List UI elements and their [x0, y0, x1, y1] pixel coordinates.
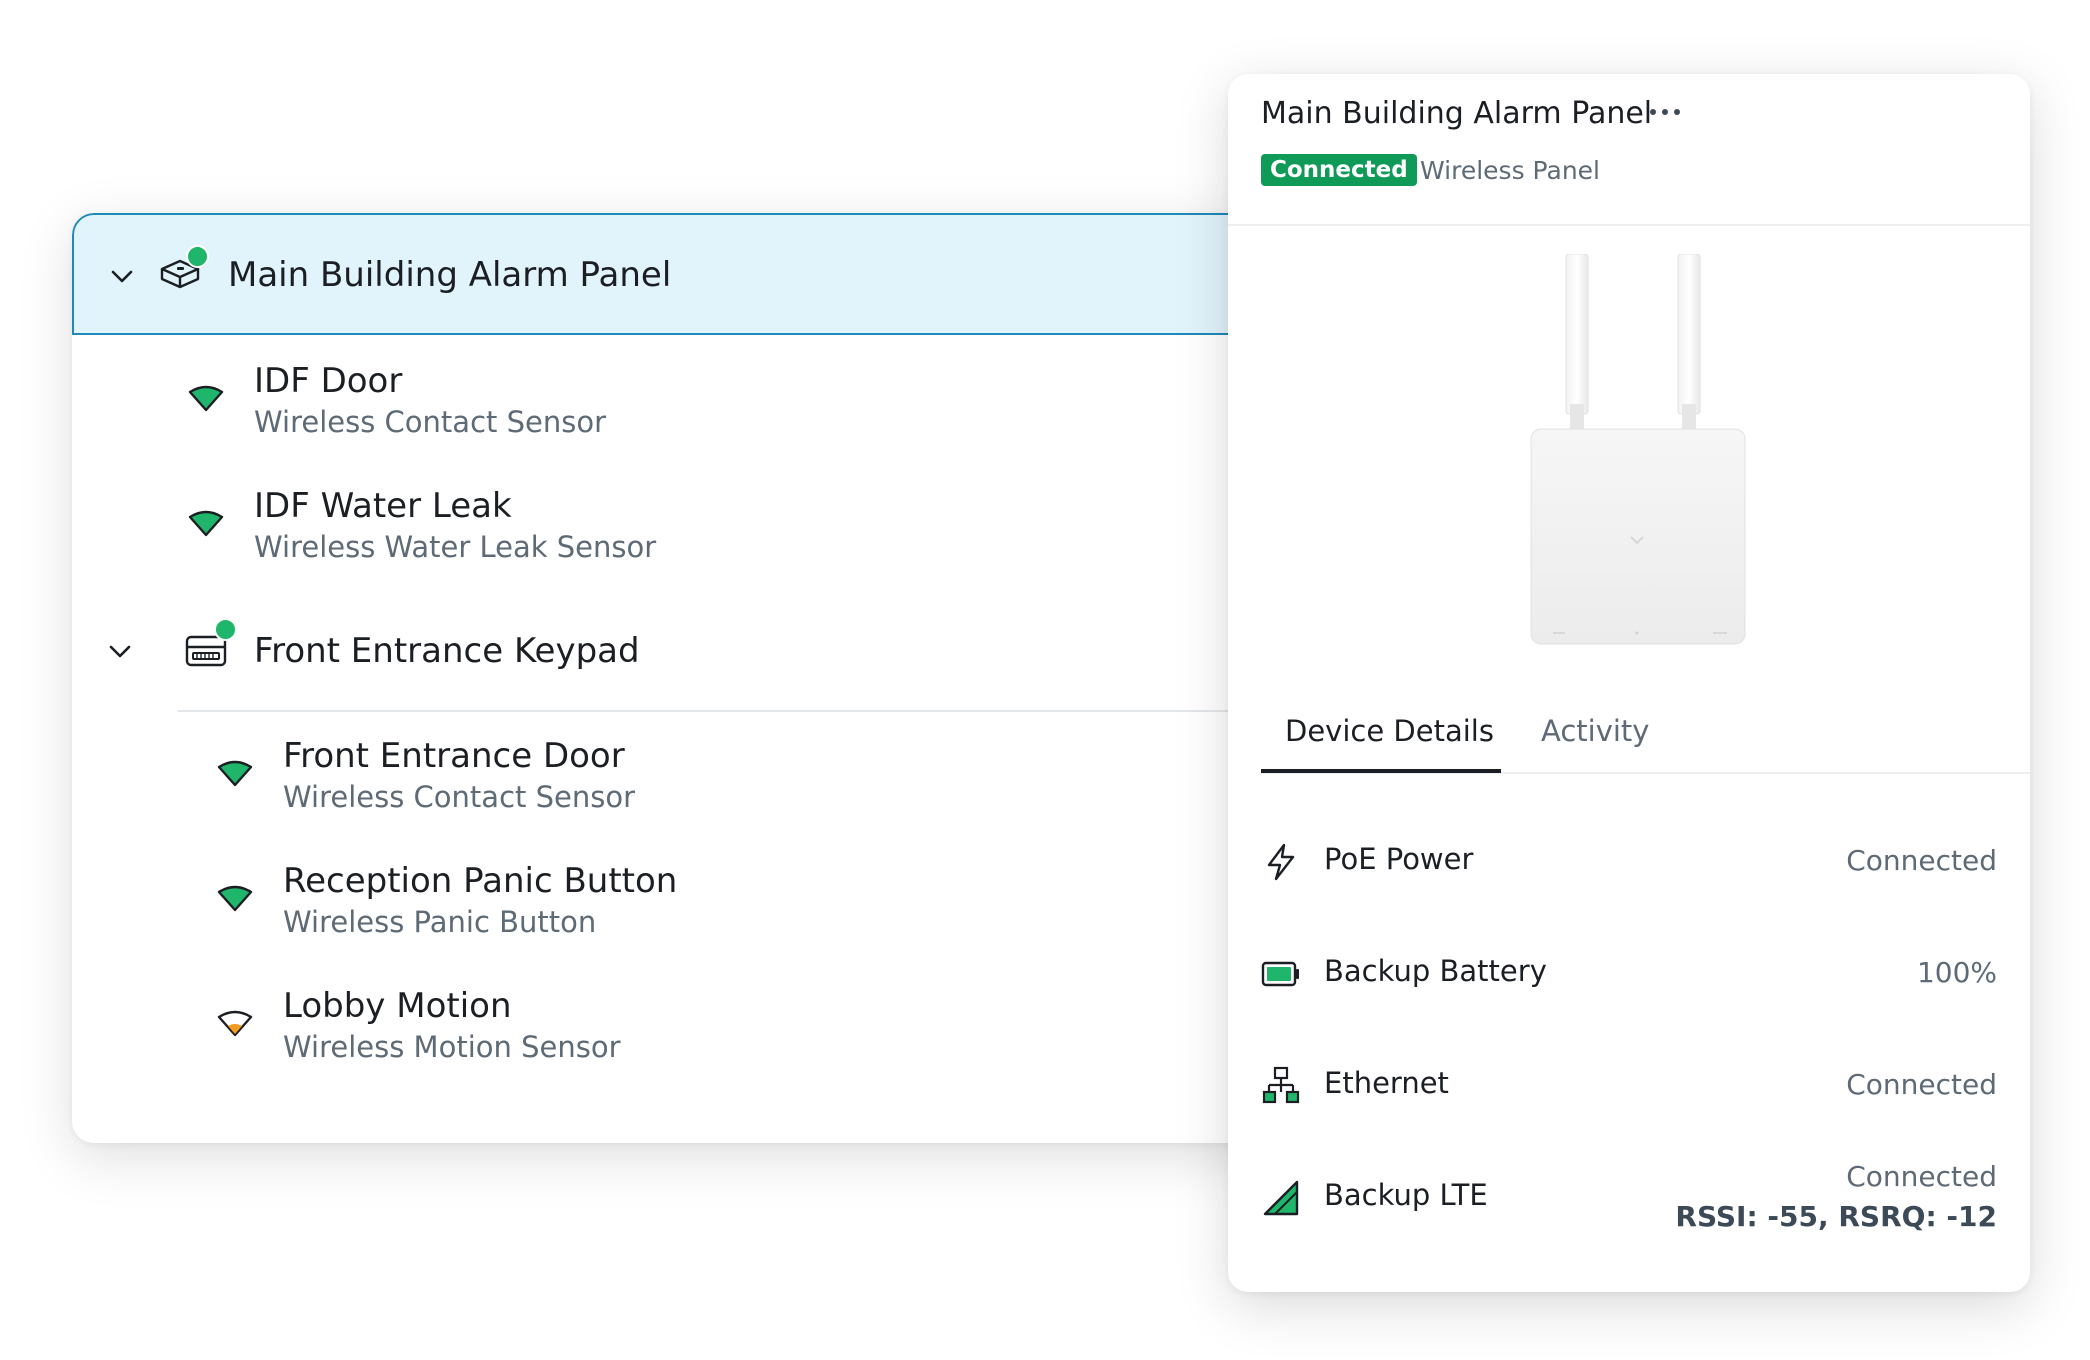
keypad-title[interactable]: Front Entrance Keypad [254, 631, 640, 671]
cellular-icon [1263, 1180, 1299, 1216]
list-item-name[interactable]: Lobby Motion [283, 986, 512, 1026]
device-type-label: Wireless Panel [1420, 156, 1600, 185]
battery-icon [1261, 961, 1299, 987]
list-item-name[interactable]: IDF Door [254, 361, 402, 401]
device-tree-card: Main Building Alarm Panel IDF Door Wirel… [72, 213, 1332, 1143]
chevron-down-icon[interactable] [105, 637, 135, 667]
signal-strong-icon [188, 385, 224, 412]
signal-strong-icon [217, 760, 253, 787]
keypad-online-status-dot [214, 618, 237, 641]
network-icon [1262, 1066, 1300, 1104]
detail-value-backup-lte: Connected [1846, 1160, 1997, 1193]
detail-label-backup-battery: Backup Battery [1324, 954, 1547, 988]
detail-label-poe-power: PoE Power [1324, 842, 1474, 876]
signal-strong-icon [217, 885, 253, 912]
device-image [1530, 254, 1746, 645]
tab-device-details[interactable]: Device Details [1285, 714, 1494, 748]
list-item-type: Wireless Contact Sensor [254, 405, 607, 439]
panel-title: Main Building Alarm Panel [228, 255, 672, 295]
list-item-name[interactable]: Front Entrance Door [283, 736, 625, 776]
list-item-type: Wireless Motion Sensor [283, 1030, 621, 1064]
more-options-button[interactable] [1643, 94, 1687, 130]
tab-activity[interactable]: Activity [1541, 714, 1649, 748]
panel-online-status-dot [186, 245, 209, 268]
detail-title: Main Building Alarm Panel [1261, 96, 1653, 131]
detail-label-ethernet: Ethernet [1324, 1066, 1449, 1100]
list-item-type: Wireless Panic Button [283, 905, 597, 939]
device-detail-card: Main Building Alarm Panel Connected Wire… [1228, 74, 2030, 1292]
detail-label-backup-lte: Backup LTE [1324, 1178, 1488, 1212]
bolt-icon [1267, 843, 1295, 881]
list-item-type: Wireless Water Leak Sensor [254, 530, 657, 564]
list-item-name[interactable]: IDF Water Leak [254, 486, 512, 526]
list-item-name[interactable]: Reception Panic Button [283, 861, 677, 901]
status-badge: Connected [1261, 154, 1417, 186]
signal-strong-icon [188, 510, 224, 537]
detail-value-poe-power: Connected [1846, 844, 1997, 877]
list-item-type: Wireless Contact Sensor [283, 780, 636, 814]
signal-weak-icon [217, 1010, 253, 1037]
header-divider [1228, 224, 2030, 226]
chevron-down-icon[interactable] [107, 262, 137, 292]
detail-value-ethernet: Connected [1846, 1068, 1997, 1101]
keypad-divider [178, 710, 1332, 712]
tree-row-main-building-alarm-panel[interactable]: Main Building Alarm Panel [72, 213, 1332, 335]
detail-value-backup-battery: 100% [1916, 956, 1997, 989]
detail-value-lte-signal: RSSI: -55, RSRQ: -12 [1675, 1200, 1997, 1233]
active-tab-indicator [1261, 769, 1501, 773]
